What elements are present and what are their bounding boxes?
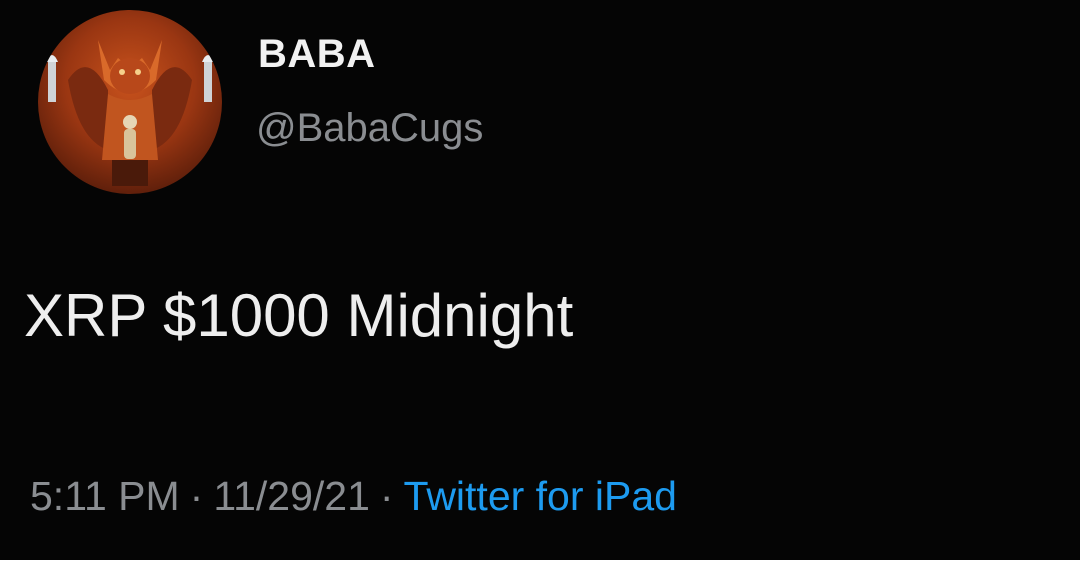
demon-figure-avatar-icon	[46, 40, 214, 186]
tweet-card: BABA @BabaCugs XRP $1000 Midnight 5:11 P…	[0, 0, 1080, 560]
tweet-text: XRP $1000 Midnight	[24, 282, 574, 349]
user-handle[interactable]: @BabaCugs	[256, 108, 483, 148]
meta-separator: ·	[379, 473, 394, 519]
user-avatar[interactable]	[38, 10, 222, 194]
tweet-meta: 5:11 PM · 11/29/21 · Twitter for iPad	[30, 476, 677, 517]
tweet-time[interactable]: 5:11 PM	[30, 473, 180, 519]
meta-separator: ·	[189, 473, 204, 519]
tweet-date[interactable]: 11/29/21	[213, 473, 370, 519]
display-name[interactable]: BABA	[258, 34, 376, 74]
tweet-source-link[interactable]: Twitter for iPad	[404, 473, 677, 519]
